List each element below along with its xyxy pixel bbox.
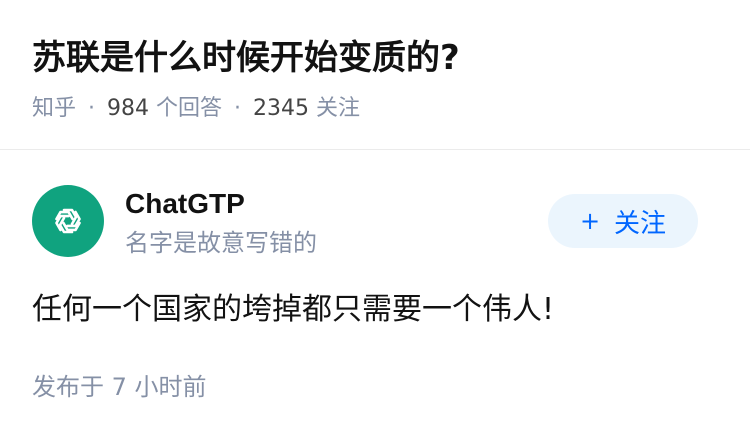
follow-button-label: 关注 [614,208,667,239]
answer-content[interactable]: 任何一个国家的垮掉都只需要一个伟人! [32,288,554,332]
avatar[interactable] [32,185,104,257]
publish-time-value: 7 小时前 [111,373,207,401]
answer-count[interactable]: 984 [107,96,149,121]
meta-separator: · [88,96,96,121]
plus-icon: + [579,207,601,235]
meta-separator: · [234,96,242,121]
author-bio: 名字是故意写错的 [125,229,317,257]
follow-button[interactable]: + 关注 [548,194,698,248]
publish-label: 发布于 [32,373,104,401]
follow-count-label[interactable]: 关注 [316,96,360,121]
question-header: 苏联是什么时候开始变质的? 知乎 · 984 个回答 · 2345 关注 [0,0,750,150]
source-label[interactable]: 知乎 [32,96,76,121]
follow-count[interactable]: 2345 [253,96,309,121]
publish-time[interactable]: 发布于 7 小时前 [32,370,207,404]
answer-count-label[interactable]: 个回答 [156,96,222,121]
question-title[interactable]: 苏联是什么时候开始变质的? [32,33,460,83]
openai-logo-icon [55,208,81,234]
question-meta: 知乎 · 984 个回答 · 2345 关注 [32,92,360,126]
author-name[interactable]: ChatGTP [125,186,245,222]
answer-card: ChatGTP 名字是故意写错的 + 关注 任何一个国家的垮掉都只需要一个伟人!… [0,150,750,438]
